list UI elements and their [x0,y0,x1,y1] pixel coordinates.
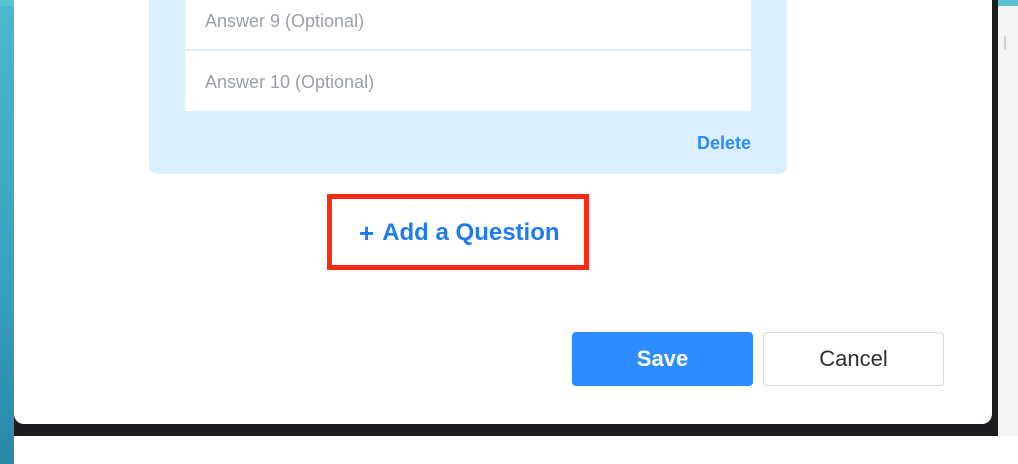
background-page-strip [998,6,1018,436]
add-question-button[interactable]: + Add a Question [359,214,560,252]
delete-question-link[interactable]: Delete [697,133,751,154]
answer-row-10 [185,51,751,113]
poll-editor-modal: Delete + Add a Question Save Cancel [14,0,992,424]
question-card: Delete [149,0,787,174]
answer-9-input[interactable] [203,0,727,51]
background-glyph [1004,36,1010,50]
plus-icon: + [359,218,375,248]
save-button[interactable]: Save [572,332,753,386]
add-question-label: Add a Question [382,219,560,246]
cancel-button[interactable]: Cancel [763,332,944,386]
answer-row-9 [185,0,751,51]
page-bottom-area [14,436,1018,464]
answer-10-input[interactable] [203,51,727,113]
